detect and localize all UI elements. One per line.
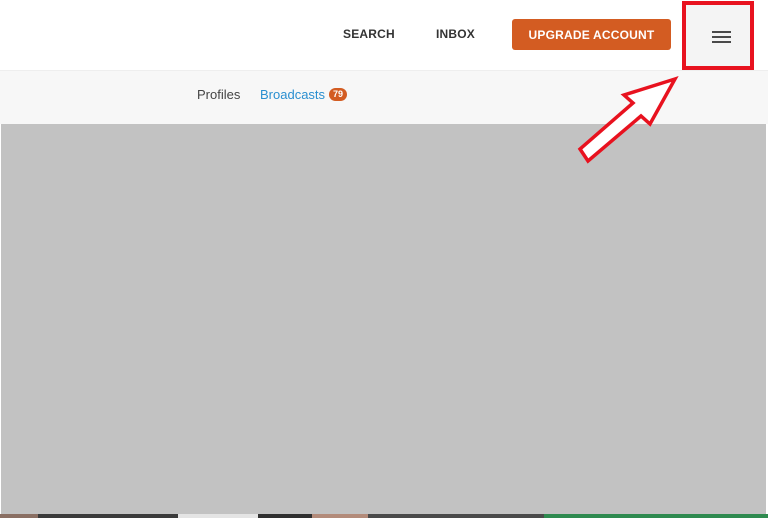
upgrade-account-button[interactable]: UPGRADE ACCOUNT (512, 19, 671, 50)
tab-profiles[interactable]: Profiles (197, 87, 240, 102)
thumbnail-strip (0, 514, 768, 518)
hamburger-menu-icon (712, 31, 731, 43)
inbox-link[interactable]: INBOX (436, 27, 475, 41)
tab-broadcasts-label: Broadcasts (260, 87, 326, 102)
search-link[interactable]: SEARCH (343, 27, 395, 41)
broadcasts-count-badge: 79 (329, 88, 348, 101)
sub-navigation-tabs: Profiles Broadcasts 79 (0, 70, 768, 124)
tab-broadcasts[interactable]: Broadcasts 79 (260, 87, 348, 102)
media-placeholder (1, 124, 766, 516)
top-navigation-bar: SEARCH INBOX UPGRADE ACCOUNT (0, 0, 768, 70)
menu-button[interactable] (686, 4, 750, 66)
